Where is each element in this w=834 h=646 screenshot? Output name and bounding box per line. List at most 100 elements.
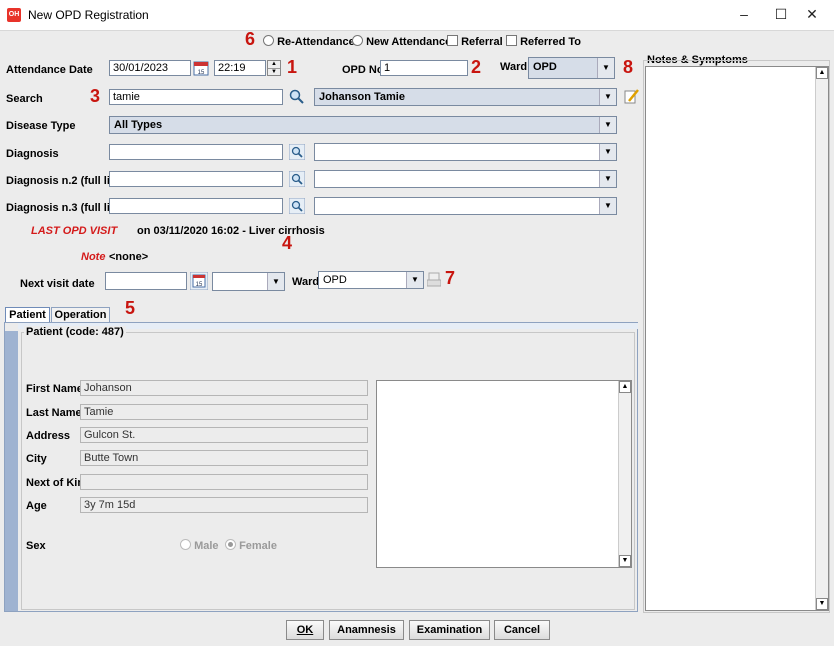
age-label: Age [26, 500, 47, 512]
male-label: Male [194, 540, 219, 552]
ward-select[interactable]: OPD ▼ [528, 57, 615, 79]
next-visit-ward-select[interactable]: OPD ▼ [318, 271, 424, 289]
calendar-icon[interactable]: 15 [189, 271, 209, 293]
patient-tab-panel: Patient (code: 487) First Name Johanson … [4, 322, 638, 612]
next-of-kin-label: Next of Kin [26, 477, 85, 489]
examination-button[interactable]: Examination [409, 620, 490, 640]
panel-stripe [5, 331, 18, 611]
search-icon[interactable] [288, 170, 306, 190]
diagnosis-3-select[interactable]: ▼ [314, 197, 617, 215]
calendar-icon[interactable]: 15 [193, 60, 209, 79]
ok-button[interactable]: OK [286, 620, 324, 640]
chevron-down-icon: ▼ [267, 273, 284, 290]
svg-text:15: 15 [196, 282, 203, 288]
new-attendance-radio[interactable]: New Attendance [352, 35, 451, 48]
attendance-date-label: Attendance Date [6, 64, 93, 76]
search-icon[interactable] [288, 143, 306, 163]
city-field: Butte Town [80, 450, 368, 466]
address-field: Gulcon St. [80, 427, 368, 443]
search-input[interactable]: tamie [109, 89, 283, 105]
re-attendance-label: Re-Attendance [277, 36, 355, 48]
edit-patient-icon[interactable] [624, 88, 640, 107]
next-visit-ward-value: OPD [323, 274, 347, 286]
re-attendance-radio[interactable]: Re-Attendance [263, 35, 355, 48]
male-radio[interactable]: Male [180, 539, 219, 552]
next-visit-date-input[interactable] [105, 272, 187, 290]
chevron-down-icon: ▼ [597, 58, 614, 78]
new-attendance-label: New Attendance [366, 36, 452, 48]
referral-checkbox[interactable]: Referral [447, 35, 503, 48]
patient-notes-area[interactable]: ▲ ▼ [376, 380, 632, 568]
chevron-down-icon: ▼ [599, 144, 616, 160]
diagnosis-2-label: Diagnosis n.2 (full list) [6, 175, 124, 187]
referred-to-checkbox[interactable]: Referred To [506, 35, 581, 48]
note-label: Note [81, 251, 106, 263]
scroll-up-icon[interactable]: ▲ [619, 381, 631, 393]
patient-select[interactable]: Johanson Tamie ▼ [314, 88, 617, 106]
last-visit-value: on 03/11/2020 16:02 - Liver cirrhosis [137, 225, 325, 237]
tab-operation[interactable]: Operation [51, 307, 110, 323]
disease-type-select[interactable]: All Types ▼ [109, 116, 617, 134]
next-visit-label: Next visit date [20, 278, 95, 290]
annotation-7: 7 [445, 268, 456, 288]
diagnosis-input[interactable] [109, 144, 283, 160]
scroll-up-icon[interactable]: ▲ [816, 67, 828, 79]
cancel-button[interactable]: Cancel [494, 620, 550, 640]
annotation-4: 4 [282, 233, 293, 253]
scroll-down-icon[interactable]: ▼ [816, 598, 828, 610]
annotation-6: 6 [245, 29, 256, 49]
chevron-down-icon: ▼ [599, 198, 616, 214]
annotation-2: 2 [471, 57, 482, 77]
scrollbar[interactable]: ▲ ▼ [815, 67, 828, 610]
diagnosis-select[interactable]: ▼ [314, 143, 617, 161]
disease-type-label: Disease Type [6, 120, 76, 132]
chevron-down-icon: ▼ [599, 89, 616, 105]
diagnosis-3-input[interactable] [109, 198, 283, 214]
diagnosis-2-input[interactable] [109, 171, 283, 187]
search-label: Search [6, 93, 43, 105]
attendance-date-input[interactable]: 30/01/2023 [109, 60, 191, 76]
close-button[interactable]: ✕ [790, 0, 834, 30]
print-icon[interactable] [426, 272, 442, 291]
chevron-down-icon: ▼ [406, 272, 423, 288]
diagnosis-3-label: Diagnosis n.3 (full list) [6, 202, 124, 214]
time-spinner[interactable]: ▲ ▼ [267, 60, 281, 76]
svg-text:15: 15 [198, 70, 205, 76]
sex-label: Sex [26, 540, 46, 552]
search-icon[interactable] [288, 197, 306, 217]
annotation-5: 5 [125, 298, 136, 318]
title-bar: OH New OPD Registration – ☐ ✕ [0, 0, 834, 31]
city-label: City [26, 453, 47, 465]
note-value: <none> [109, 251, 149, 263]
notes-symptoms-textarea[interactable]: ▲ ▼ [645, 66, 829, 611]
ward-label: Ward [500, 61, 528, 73]
ok-button-label: OK [296, 624, 314, 636]
ward-select-value: OPD [533, 61, 557, 73]
scroll-down-icon[interactable]: ▼ [619, 555, 631, 567]
referred-to-label: Referred To [520, 36, 581, 48]
next-visit-time-select[interactable]: ▼ [212, 272, 285, 291]
address-label: Address [26, 430, 71, 442]
age-field: 3y 7m 15d [80, 497, 368, 513]
next-of-kin-field [80, 474, 368, 490]
annotation-3: 3 [90, 86, 101, 106]
last-name-label: Last Name [26, 407, 82, 419]
app-icon: OH [7, 8, 21, 22]
chevron-down-icon: ▼ [599, 117, 616, 133]
diagnosis-2-select[interactable]: ▼ [314, 170, 617, 188]
female-radio[interactable]: Female [225, 539, 277, 552]
female-label: Female [239, 540, 277, 552]
anamnesis-button[interactable]: Anamnesis [329, 620, 404, 640]
patient-select-value: Johanson Tamie [319, 91, 405, 103]
attendance-time-input[interactable]: 22:19 [214, 60, 266, 76]
opd-number-input[interactable]: 1 [380, 60, 468, 76]
search-icon[interactable] [289, 89, 305, 108]
scrollbar[interactable]: ▲ ▼ [618, 381, 631, 567]
patient-group-title: Patient (code: 487) [24, 326, 126, 338]
window-title: New OPD Registration [28, 8, 149, 22]
last-visit-label: LAST OPD VISIT [31, 225, 118, 237]
annotation-8: 8 [623, 57, 634, 77]
disease-type-value: All Types [114, 119, 163, 131]
tab-patient[interactable]: Patient [5, 307, 50, 323]
first-name-label: First Name [26, 383, 83, 395]
